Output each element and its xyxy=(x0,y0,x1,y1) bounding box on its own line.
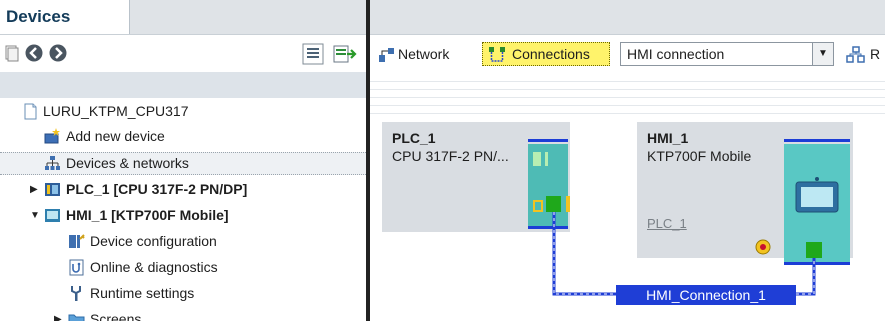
network-icon xyxy=(45,156,60,170)
tree-item-label: LURU_KTPM_CPU317 xyxy=(43,103,189,119)
plc-led xyxy=(545,152,548,166)
device-config-icon xyxy=(69,234,85,248)
plc-led xyxy=(533,152,541,166)
tree-item-label: PLC_1 [CPU 317F-2 PN/DP] xyxy=(66,181,248,197)
tree-header-band xyxy=(0,72,366,98)
plc-device-type: CPU 317F-2 PN/... xyxy=(392,148,509,164)
grid-line xyxy=(370,89,885,90)
relations-icon[interactable] xyxy=(846,46,866,64)
expand-arrow-icon[interactable]: ▶ xyxy=(54,308,62,321)
plc-rail-top xyxy=(528,139,568,142)
project-tree-toolbar xyxy=(0,34,366,73)
online-diagnostics-icon xyxy=(69,259,84,276)
hmi-device-name: HMI_1 xyxy=(647,130,689,146)
hmi-rail-top xyxy=(784,139,850,142)
project-tree-panel: Devices LURU_KTPM_CPU317 Add new device … xyxy=(0,0,366,321)
hmi-linked-plc[interactable]: PLC_1 xyxy=(647,216,687,231)
tree-item-project[interactable]: LURU_KTPM_CPU317 xyxy=(0,100,366,123)
runtime-settings-icon xyxy=(71,286,81,301)
hmi-icon xyxy=(45,209,60,222)
details-view-icon[interactable] xyxy=(302,43,324,65)
tree-item-runtime-settings[interactable]: Runtime settings xyxy=(0,282,366,305)
connections-icon xyxy=(489,47,505,62)
tree-item-screens[interactable]: ▶ Screens xyxy=(0,308,366,321)
grid-line xyxy=(370,81,885,82)
tree-item-label: Device configuration xyxy=(90,233,217,249)
connections-label: Connections xyxy=(512,46,590,62)
settings-icon[interactable] xyxy=(4,44,24,64)
network-view-panel: Network Connections HMI connection ▼ R P… xyxy=(370,0,885,321)
plc-icon xyxy=(45,183,60,196)
relations-button-cut[interactable]: R xyxy=(870,44,880,64)
forward-icon[interactable] xyxy=(48,43,68,63)
hmi-panel-icon xyxy=(795,177,839,213)
tree-item-online-diagnostics[interactable]: Online & diagnostics xyxy=(0,256,366,279)
network-button[interactable]: Network xyxy=(398,44,449,64)
tree-item-device-configuration[interactable]: Device configuration xyxy=(0,230,366,253)
chevron-down-icon[interactable]: ▼ xyxy=(812,43,833,65)
tree-item-label: HMI_1 [KTP700F Mobile] xyxy=(66,207,229,223)
collapse-arrow-icon[interactable]: ▼ xyxy=(30,204,40,227)
plc-port-highlight xyxy=(566,196,570,212)
tab-bar: Devices xyxy=(0,0,366,34)
network-view-toolbar: Network Connections HMI connection ▼ R xyxy=(370,34,885,73)
hmi-connection-label[interactable]: HMI_Connection_1 xyxy=(616,285,796,305)
hmi-rail-bottom xyxy=(784,262,850,265)
hmi-profinet-port[interactable] xyxy=(806,242,822,258)
folder-icon xyxy=(68,314,85,321)
plc-rail-bottom xyxy=(528,226,568,229)
network-mode-icon[interactable] xyxy=(378,46,396,64)
tree-item-plc[interactable]: ▶ PLC_1 [CPU 317F-2 PN/DP] xyxy=(0,178,366,201)
tree-item-add-new-device[interactable]: Add new device xyxy=(0,125,366,148)
connection-type-select[interactable]: HMI connection ▼ xyxy=(620,42,834,66)
expand-arrow-icon[interactable]: ▶ xyxy=(30,178,38,201)
tree-item-hmi[interactable]: ▼ HMI_1 [KTP700F Mobile] xyxy=(0,204,366,227)
grid-line xyxy=(370,113,885,114)
hmi-device-type: KTP700F Mobile xyxy=(647,148,752,164)
tree-item-devices-networks[interactable]: Devices & networks xyxy=(0,152,366,175)
tree-item-label: Runtime settings xyxy=(90,285,195,301)
tree-item-label: Online & diagnostics xyxy=(90,259,218,275)
grid-line xyxy=(370,105,885,106)
tree-item-label: Add new device xyxy=(66,128,165,144)
tree-item-label: Screens xyxy=(90,311,142,321)
connection-type-value: HMI connection xyxy=(627,46,725,62)
plc-device-name: PLC_1 xyxy=(392,130,436,146)
add-device-icon xyxy=(44,128,60,144)
editor-tab-bar xyxy=(370,0,885,34)
network-canvas[interactable]: PLC_1 CPU 317F-2 PN/... HMI_1 KTP700F Mo… xyxy=(370,72,885,321)
tree-item-label: Devices & networks xyxy=(66,155,189,171)
back-icon[interactable] xyxy=(24,43,44,63)
overview-icon[interactable] xyxy=(333,43,357,65)
hmi-link-indicator-icon xyxy=(755,239,771,255)
plc-profinet-port[interactable] xyxy=(546,196,561,212)
project-icon xyxy=(24,103,37,120)
plc-slot-icon xyxy=(533,200,543,212)
devices-tab[interactable]: Devices xyxy=(0,0,130,34)
grid-line xyxy=(370,97,885,98)
